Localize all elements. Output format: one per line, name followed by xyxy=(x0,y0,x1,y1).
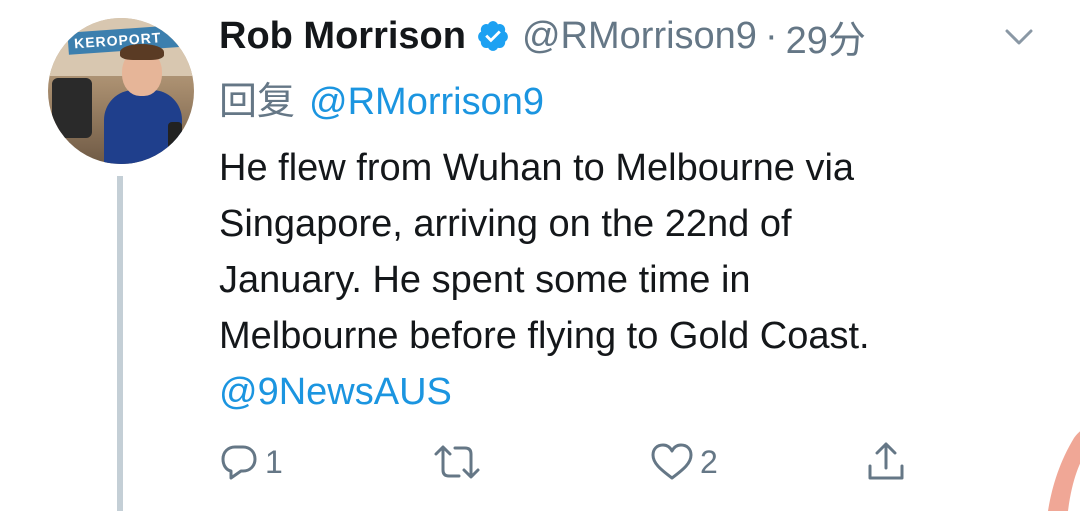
author-handle[interactable]: @RMorrison9 xyxy=(522,15,757,58)
tweet-text-line: He flew from Wuhan to Melbourne via xyxy=(219,147,855,189)
reply-button[interactable]: 1 xyxy=(219,434,283,490)
avatar-microphone xyxy=(168,122,182,158)
separator-dot: · xyxy=(764,14,778,57)
share-icon xyxy=(864,440,908,484)
author-name[interactable]: Rob Morrison xyxy=(219,15,466,58)
tweet[interactable]: KEROPORT Rob Morrison @RMorrison9 · 29分 … xyxy=(0,0,1080,511)
verified-badge-icon xyxy=(476,19,510,53)
reply-label: 回复 xyxy=(219,81,296,123)
tweet-timestamp[interactable]: 29分 xyxy=(786,9,866,64)
tweet-text-line: Singapore, arriving on the 22nd of xyxy=(219,203,792,245)
avatar[interactable]: KEROPORT xyxy=(48,18,194,164)
mention-link[interactable]: @9NewsAUS xyxy=(219,364,1019,420)
tweet-header: Rob Morrison @RMorrison9 · 29分 xyxy=(219,10,866,62)
tweet-text-line: Melbourne before flying to Gold Coast. xyxy=(219,315,870,357)
like-count: 2 xyxy=(700,443,718,480)
tweet-text-line: January. He spent some time in xyxy=(219,259,751,301)
retweet-icon xyxy=(432,442,482,482)
reply-to-handle[interactable]: @RMorrison9 xyxy=(309,81,544,123)
retweet-button[interactable] xyxy=(432,434,488,490)
heart-icon xyxy=(650,442,694,482)
decorative-swoosh xyxy=(1008,416,1080,511)
like-button[interactable]: 2 xyxy=(650,434,718,490)
avatar-person-hair xyxy=(120,44,164,60)
tweet-text: He flew from Wuhan to Melbourne via Sing… xyxy=(219,140,1019,420)
action-bar: 1 2 xyxy=(0,434,1080,490)
reply-bubble-icon xyxy=(219,442,259,482)
chevron-down-icon[interactable] xyxy=(1002,22,1036,52)
reply-context: 回复 @RMorrison9 xyxy=(219,70,544,125)
share-button[interactable] xyxy=(864,434,908,490)
reply-count: 1 xyxy=(265,443,283,480)
avatar-camera xyxy=(52,78,92,138)
